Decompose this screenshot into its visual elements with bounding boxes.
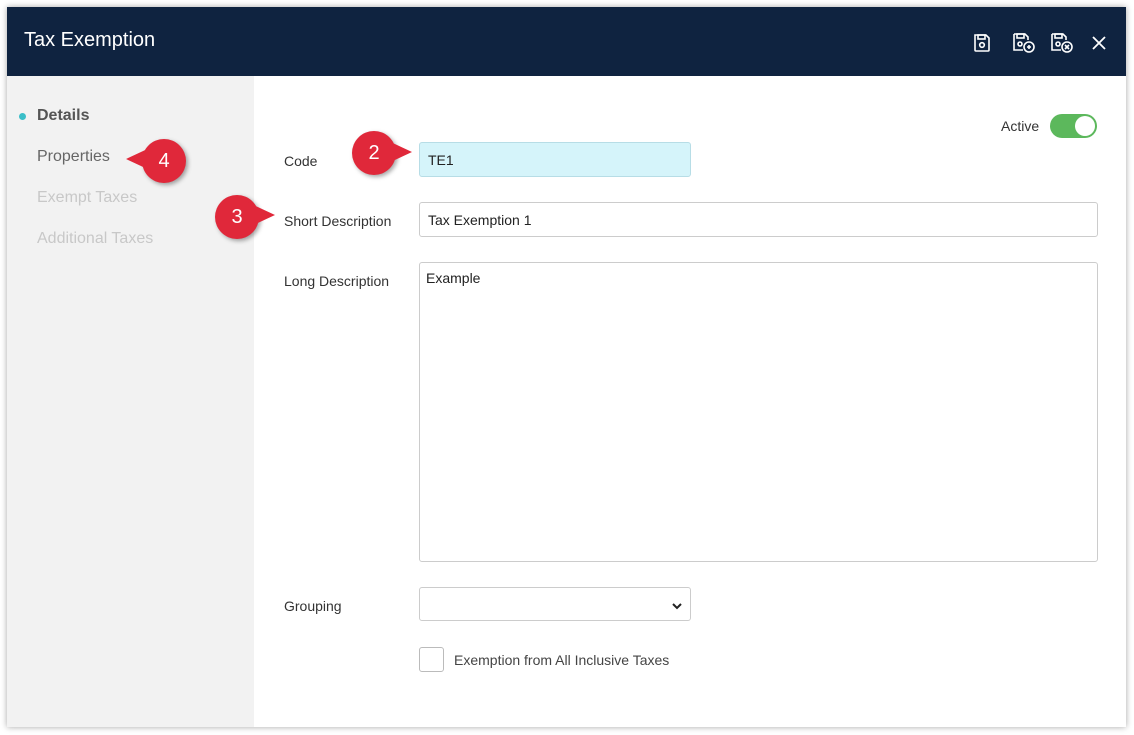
callout-marker-4: 4 [126, 139, 186, 183]
short-description-field[interactable]: Tax Exemption 1 [419, 202, 1098, 237]
callout-number: 4 [158, 149, 170, 172]
close-button[interactable] [1087, 31, 1111, 55]
code-label: Code [284, 153, 318, 169]
close-icon [1091, 35, 1107, 51]
chevron-down-icon [671, 598, 683, 614]
exemption-checkbox-label: Exemption from All Inclusive Taxes [454, 652, 670, 668]
save-and-close-icon [1049, 32, 1075, 54]
dialog-title: Tax Exemption [24, 29, 156, 51]
toggle-knob [1075, 116, 1095, 136]
save-and-new-button[interactable] [1010, 31, 1038, 55]
sidebar-item-properties[interactable]: Properties [37, 148, 110, 166]
code-field[interactable]: TE1 [419, 142, 691, 177]
grouping-label: Grouping [284, 598, 342, 614]
title-bar: Tax Exemption [7, 7, 1126, 76]
long-description-label: Long Description [284, 273, 390, 289]
save-button[interactable] [970, 31, 994, 55]
active-label: Active [1001, 118, 1040, 134]
long-description-field[interactable]: Example [419, 262, 1098, 562]
save-and-close-button[interactable] [1048, 31, 1076, 55]
callout-marker-2: 2 [352, 131, 412, 175]
callout-number: 3 [231, 205, 243, 228]
active-toggle[interactable] [1050, 114, 1097, 138]
active-indicator-dot [19, 113, 26, 120]
form-content: Active Code TE1 Short Description Tax Ex… [254, 76, 1126, 727]
sidebar-item-details[interactable]: Details [37, 107, 89, 125]
sidebar-item-additional-taxes[interactable]: Additional Taxes [37, 230, 153, 248]
grouping-select[interactable] [419, 587, 691, 621]
save-icon [972, 33, 992, 53]
save-and-new-icon [1011, 32, 1037, 54]
sidebar-item-exempt-taxes[interactable]: Exempt Taxes [37, 189, 137, 207]
callout-marker-3: 3 [215, 195, 275, 239]
short-description-label: Short Description [284, 213, 392, 229]
tax-exemption-dialog: Tax Exemption Details Properties Exempt … [7, 7, 1126, 727]
callout-number: 2 [368, 141, 380, 164]
exemption-checkbox[interactable] [419, 647, 444, 672]
